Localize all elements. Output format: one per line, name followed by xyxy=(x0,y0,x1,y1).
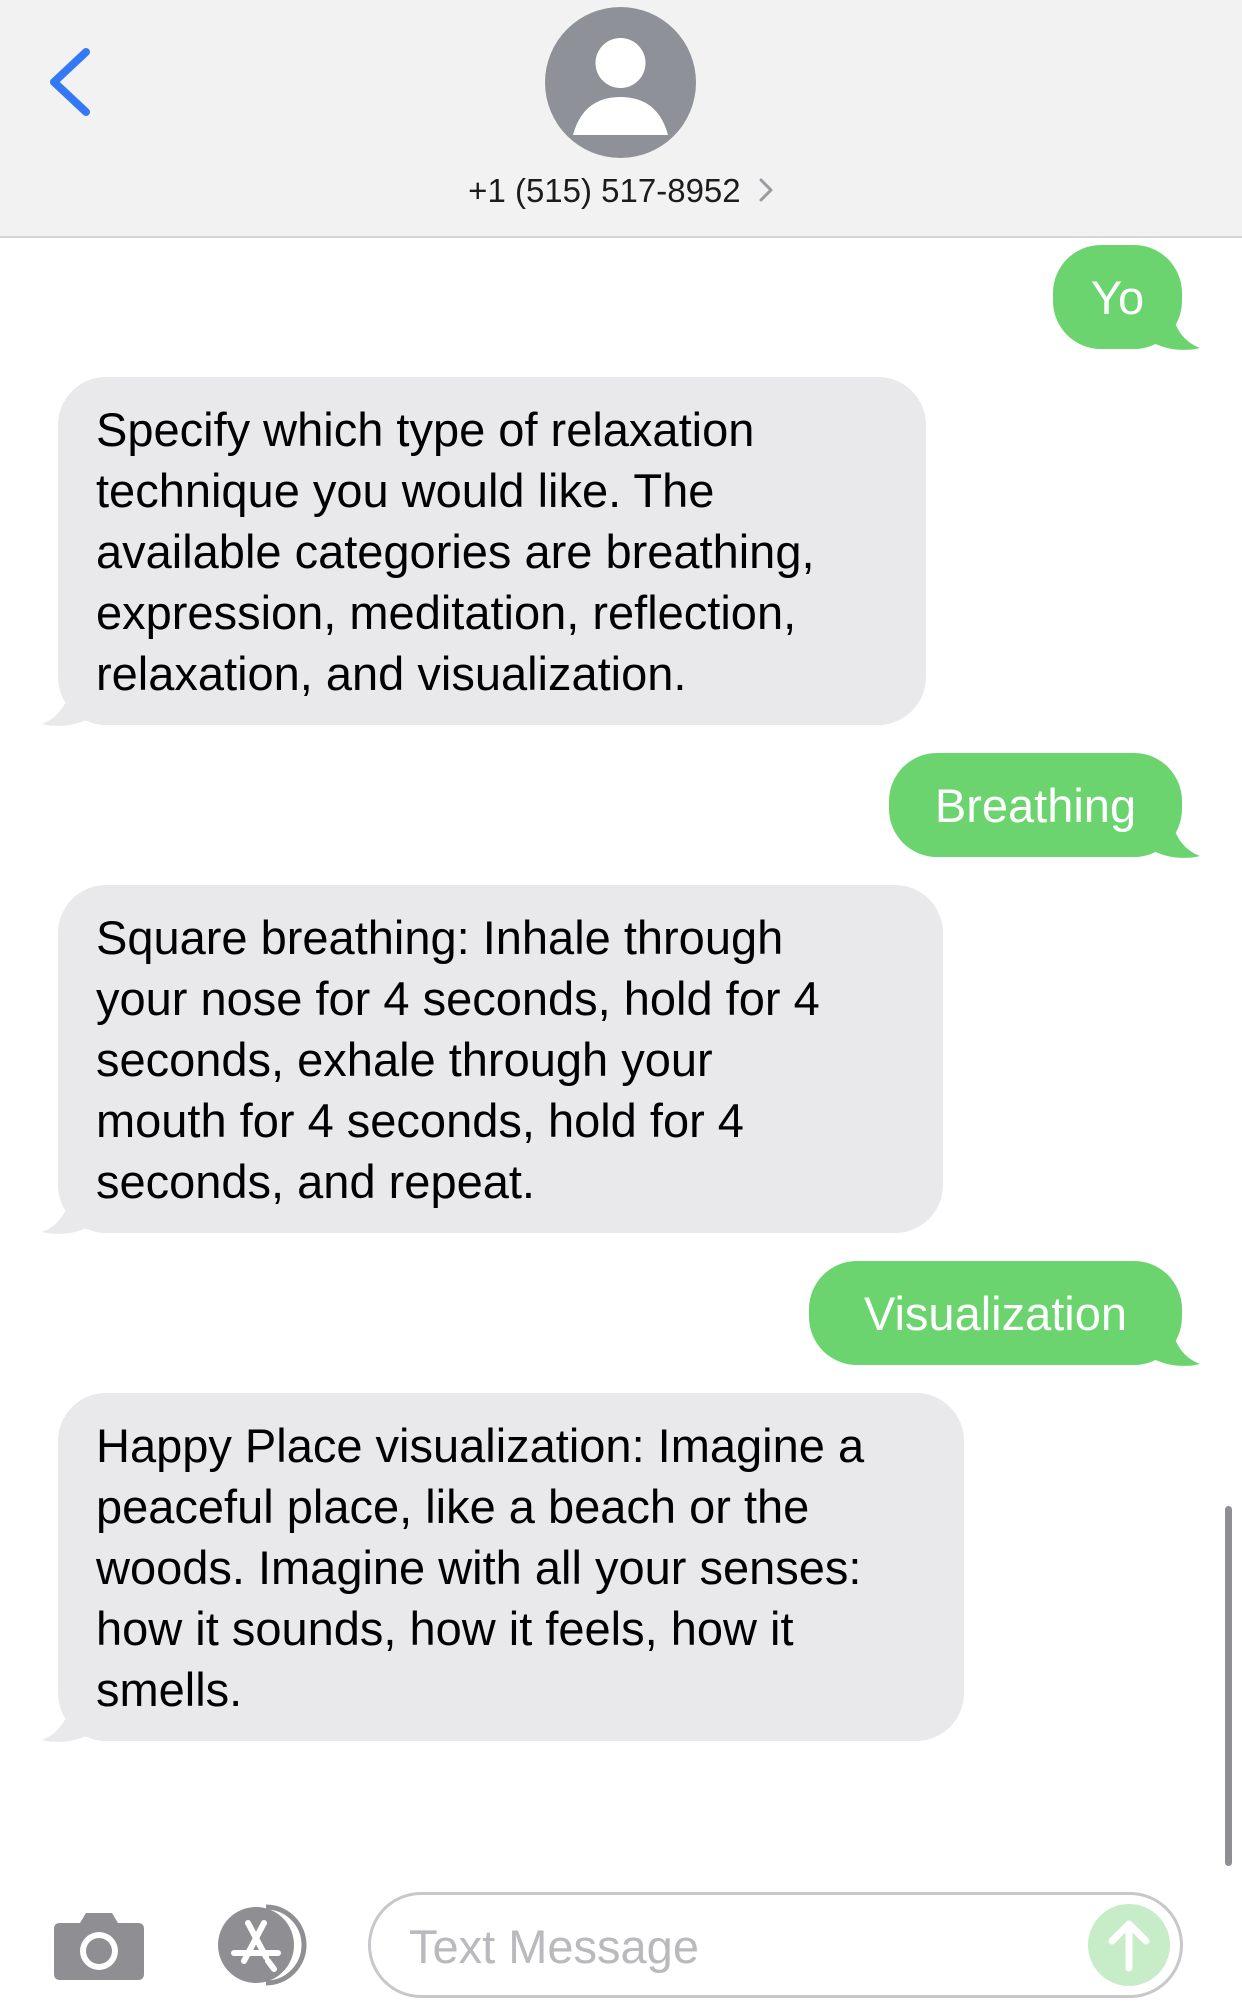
camera-icon xyxy=(54,1913,144,1980)
back-button[interactable] xyxy=(40,42,100,122)
chevron-left-icon xyxy=(50,48,90,116)
contact-avatar[interactable] xyxy=(545,7,696,158)
received-bubble-tail xyxy=(42,1702,94,1742)
sent-message-bubble[interactable]: Visualization xyxy=(809,1261,1182,1365)
sent-message-bubble[interactable]: Breathing xyxy=(889,753,1182,857)
received-message-bubble[interactable]: Specify which type of relaxation techniq… xyxy=(58,377,926,725)
message-input[interactable] xyxy=(409,1913,1049,1979)
app-store-button[interactable] xyxy=(208,1903,320,1987)
camera-button[interactable] xyxy=(52,1907,146,1982)
person-icon xyxy=(573,38,668,135)
messages-conversation-screen: +1 (515) 517-8952 Yo Specify which type … xyxy=(0,0,1242,2009)
scroll-indicator[interactable] xyxy=(1225,1506,1232,1866)
message-text-field[interactable] xyxy=(368,1892,1183,1998)
received-bubble-tail xyxy=(42,686,94,726)
conversation-header: +1 (515) 517-8952 xyxy=(0,0,1242,238)
received-bubble-tail xyxy=(42,1194,94,1234)
contact-name-button[interactable]: +1 (515) 517-8952 xyxy=(421,166,821,216)
app-store-icon xyxy=(218,1904,307,1986)
contact-phone-number: +1 (515) 517-8952 xyxy=(468,172,741,209)
received-message-bubble[interactable]: Happy Place visualization: Imagine a pea… xyxy=(58,1393,964,1741)
received-message-bubble[interactable]: Square breathing: Inhale through your no… xyxy=(58,885,943,1233)
chevron-right-icon xyxy=(758,168,774,218)
send-button[interactable] xyxy=(1088,1904,1170,1986)
sent-bubble-tail xyxy=(1148,1326,1200,1366)
sent-bubble-tail xyxy=(1148,310,1200,350)
arrow-up-icon xyxy=(1108,1920,1150,1972)
sent-bubble-tail xyxy=(1148,818,1200,858)
